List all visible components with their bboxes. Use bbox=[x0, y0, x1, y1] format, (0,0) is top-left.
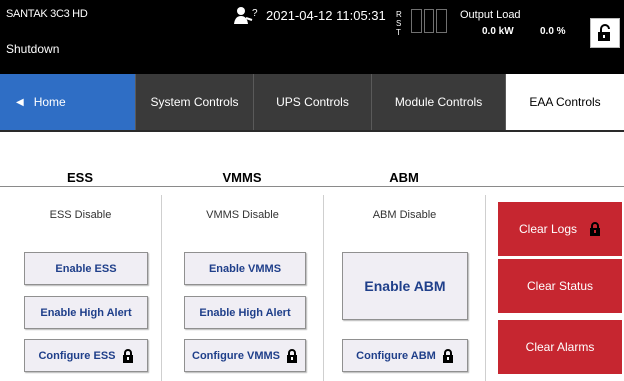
vmms-header: VMMS bbox=[222, 170, 262, 185]
phase-s-label: S bbox=[396, 19, 402, 28]
configure-abm-label: Configure ABM bbox=[356, 349, 436, 362]
unlock-button[interactable] bbox=[590, 18, 620, 48]
clear-alarms-label: Clear Alarms bbox=[525, 340, 595, 354]
clear-alarms-button[interactable]: Clear Alarms bbox=[498, 320, 622, 374]
lock-icon bbox=[442, 348, 454, 363]
abm-status: ABM Disable bbox=[372, 209, 437, 221]
clear-status-button[interactable]: Clear Status bbox=[498, 259, 622, 313]
tab-home-label: Home bbox=[33, 95, 66, 109]
ess-high-alert-label: Enable High Alert bbox=[40, 306, 132, 319]
nav-tabs: ◀ Home System Controls UPS Controls Modu… bbox=[0, 74, 624, 132]
configure-ess-label: Configure ESS bbox=[38, 349, 116, 362]
back-arrow-icon: ◀ bbox=[16, 96, 24, 108]
unlock-icon bbox=[598, 24, 610, 41]
enable-abm-label: Enable ABM bbox=[364, 278, 446, 294]
phase-r-label: R bbox=[396, 10, 402, 19]
ups-model: SANTAK 3C3 HD bbox=[6, 8, 88, 20]
tab-system-controls-label: System Controls bbox=[150, 95, 239, 109]
configure-abm-button[interactable]: Configure ABM bbox=[342, 339, 468, 372]
tab-home[interactable]: ◀ Home bbox=[0, 74, 136, 130]
enable-vmms-button[interactable]: Enable VMMS bbox=[184, 252, 306, 285]
ups-state: Shutdown bbox=[6, 42, 60, 56]
phase-t-label: T bbox=[396, 28, 401, 37]
tab-module-controls[interactable]: Module Controls bbox=[372, 74, 506, 130]
phase-r-bar bbox=[411, 9, 422, 33]
clear-logs-label: Clear Logs bbox=[518, 222, 578, 236]
header-divider bbox=[0, 186, 624, 187]
lock-icon bbox=[286, 348, 298, 363]
enable-ess-label: Enable ESS bbox=[55, 262, 117, 275]
clear-actions-panel: Clear Logs Clear Status Clear Alarms bbox=[486, 195, 624, 381]
enable-vmms-label: Enable VMMS bbox=[208, 262, 282, 275]
enable-abm-button[interactable]: Enable ABM bbox=[342, 252, 468, 320]
clear-status-label: Clear Status bbox=[526, 279, 594, 293]
tab-module-controls-label: Module Controls bbox=[394, 95, 483, 109]
clear-logs-button[interactable]: Clear Logs bbox=[498, 202, 622, 256]
tab-system-controls[interactable]: System Controls bbox=[136, 74, 254, 130]
ess-header: ESS bbox=[66, 170, 93, 185]
configure-ess-button[interactable]: Configure ESS bbox=[24, 339, 148, 372]
output-load-percent: 0.0 % bbox=[540, 26, 566, 37]
output-load-label: Output Load bbox=[460, 9, 521, 21]
ess-status: ESS Disable bbox=[49, 209, 112, 221]
enable-ess-button[interactable]: Enable ESS bbox=[24, 252, 148, 285]
abm-panel: ABM Disable Enable ABM Configure ABM bbox=[324, 195, 486, 381]
output-load-kw: 0.0 kW bbox=[482, 26, 514, 37]
status-bar: SANTAK 3C3 HD Shutdown ? 2021-04-12 11:0… bbox=[0, 0, 624, 74]
lock-icon bbox=[589, 222, 601, 236]
phase-t-bar bbox=[436, 9, 448, 33]
phase-labels: R S T bbox=[396, 10, 404, 37]
tab-ups-controls-label: UPS Controls bbox=[276, 95, 349, 109]
abm-header: ABM bbox=[389, 170, 419, 185]
configure-vmms-button[interactable]: Configure VMMS bbox=[184, 339, 306, 372]
tab-ups-controls[interactable]: UPS Controls bbox=[254, 74, 372, 130]
vmms-high-alert-button[interactable]: Enable High Alert bbox=[184, 296, 306, 329]
vmms-status: VMMS Disable bbox=[206, 209, 279, 221]
lock-icon bbox=[122, 348, 134, 363]
datetime: 2021-04-12 11:05:31 bbox=[266, 8, 386, 23]
phase-s-bar bbox=[423, 9, 435, 33]
ess-panel: ESS Disable Enable ESS Enable High Alert… bbox=[0, 195, 162, 381]
vmms-panel: VMMS Disable Enable VMMS Enable High Ale… bbox=[162, 195, 324, 381]
alarm-person-icon[interactable]: ? bbox=[232, 6, 262, 26]
alarm-badge: ? bbox=[252, 8, 258, 19]
tabs-divider bbox=[0, 130, 624, 132]
vmms-high-alert-label: Enable High Alert bbox=[199, 306, 291, 319]
configure-vmms-label: Configure VMMS bbox=[192, 349, 280, 362]
tab-eaa-controls-label: EAA Controls bbox=[529, 95, 601, 109]
phase-load-bars bbox=[411, 9, 448, 33]
ess-high-alert-button[interactable]: Enable High Alert bbox=[24, 296, 148, 329]
tab-eaa-controls[interactable]: EAA Controls bbox=[506, 74, 624, 130]
